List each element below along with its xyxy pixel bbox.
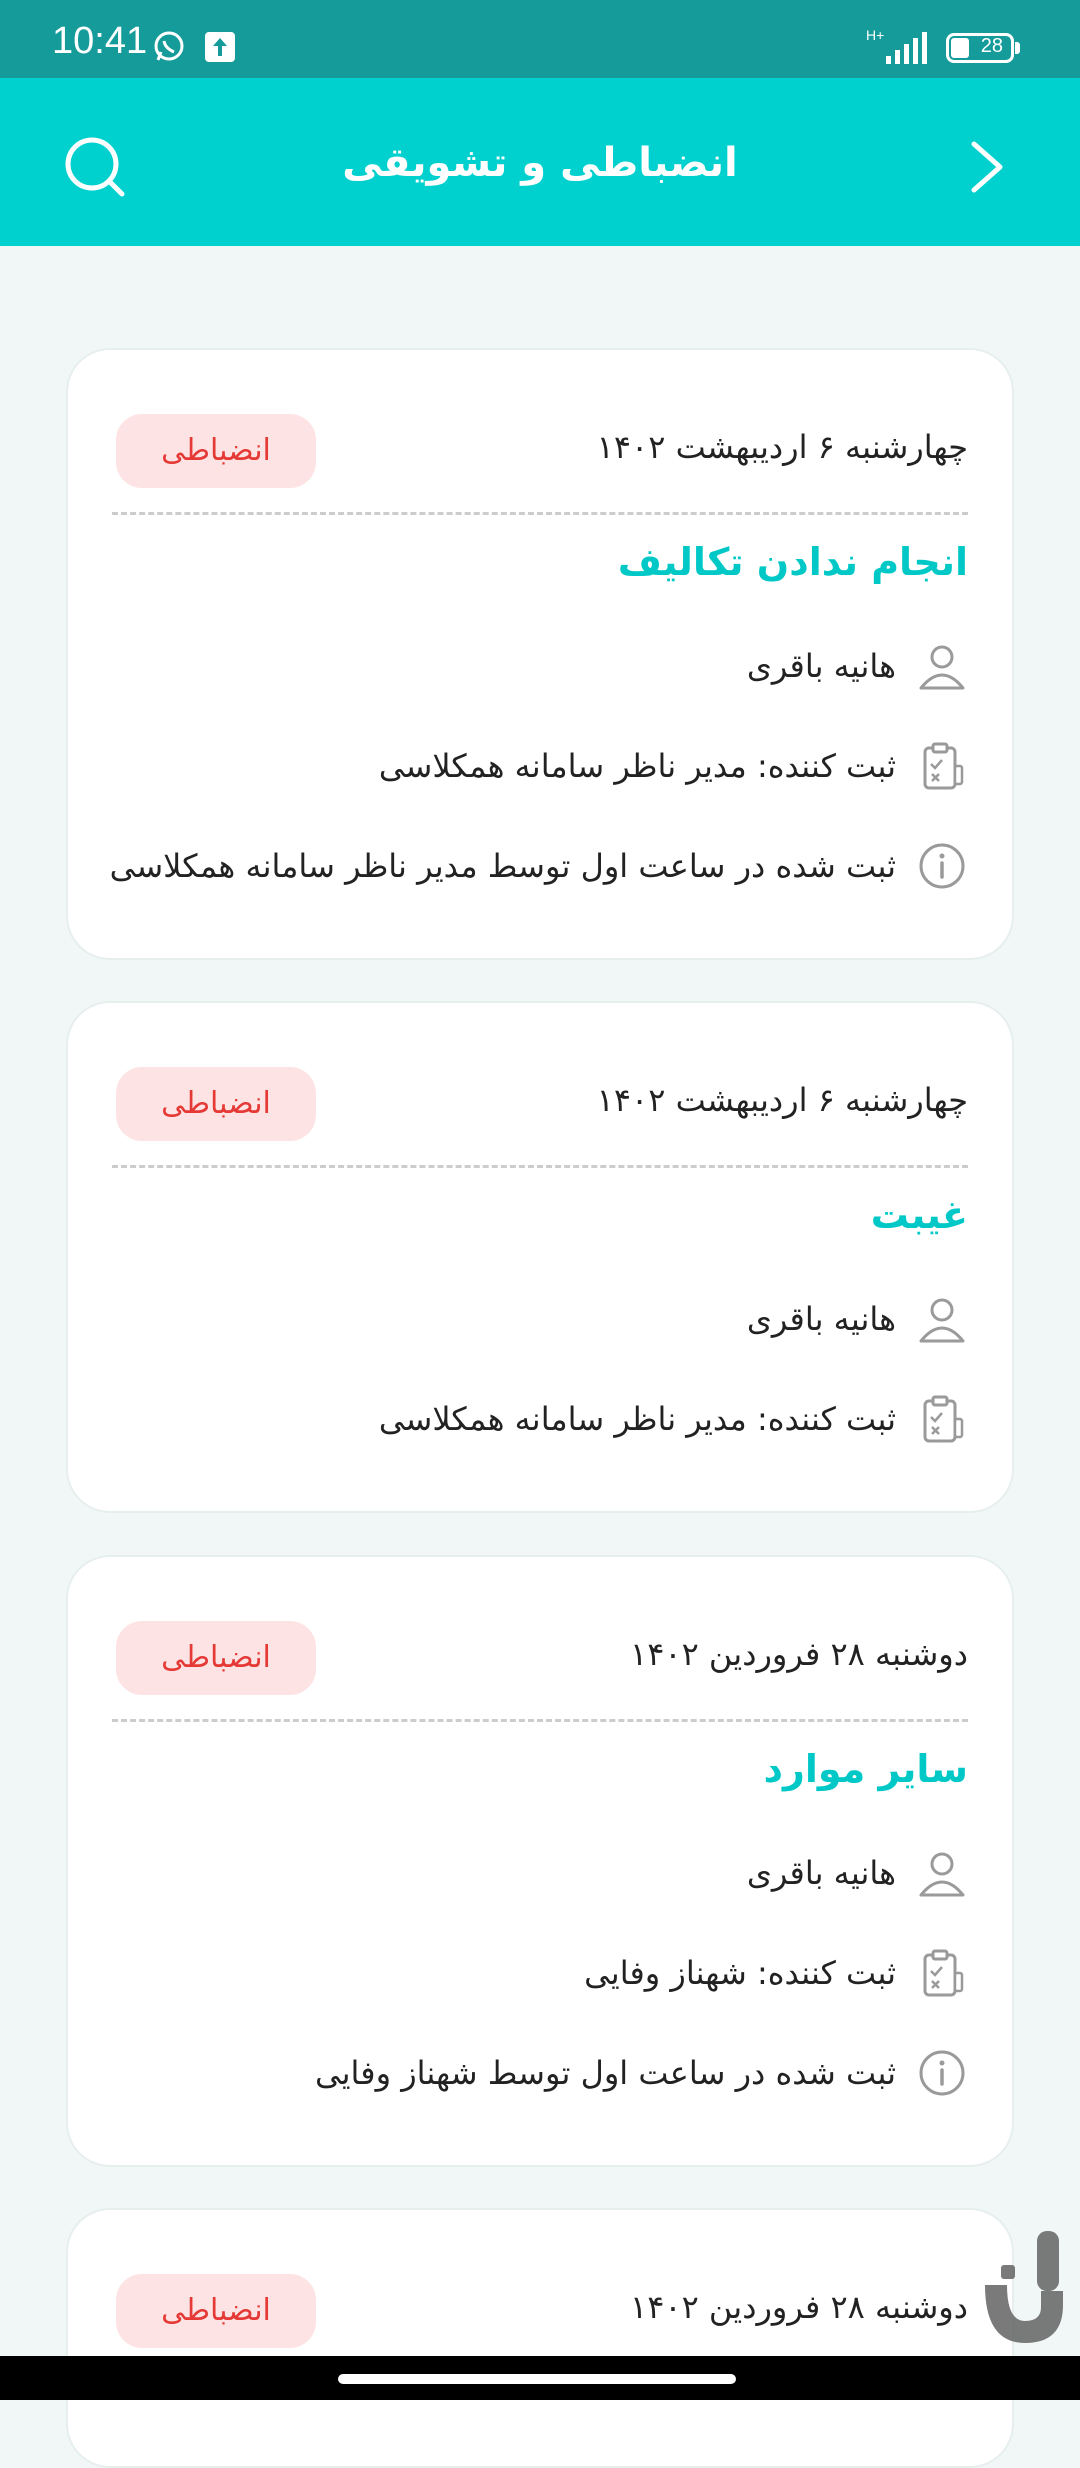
record-date: چهارشنبه ۶ اردیبهشت ۱۴۰۲	[596, 428, 968, 466]
record-date: دوشنبه ۲۸ فروردین ۱۴۰۲	[630, 2288, 968, 2326]
student-name: هانیه باقری	[746, 647, 896, 685]
note-text: ثبت شده در ساعت اول توسط شهناز وفایی	[314, 2054, 896, 2092]
info-icon	[919, 2050, 965, 2096]
clipboard-icon	[923, 1949, 964, 1997]
record-type-badge: انضباطی	[116, 2274, 316, 2348]
upload-notification-icon	[205, 32, 235, 62]
recorder-text: ثبت کننده: مدیر ناظر سامانه همکلاسی	[378, 747, 896, 785]
note-text: ثبت شده در ساعت اول توسط مدیر ناظر سامان…	[109, 847, 896, 885]
person-icon	[919, 645, 965, 690]
record-type-badge: انضباطی	[116, 1067, 316, 1141]
record-card[interactable]: چهارشنبه ۶ اردیبهشت ۱۴۰۲ انضباطی انجام ن…	[66, 348, 1014, 960]
record-card[interactable]: دوشنبه ۲۸ فروردین ۱۴۰۲ انضباطی سایر موار…	[66, 1555, 1014, 2167]
divider	[112, 1165, 968, 1168]
home-gesture-handle[interactable]	[338, 2374, 736, 2384]
info-icon	[919, 843, 965, 889]
person-icon	[919, 1298, 965, 1343]
recorder-text: ثبت کننده: شهناز وفایی	[584, 1954, 896, 1992]
battery-icon: 28	[946, 33, 1020, 63]
divider	[112, 1719, 968, 1722]
record-type-badge: انضباطی	[116, 414, 316, 488]
whatsapp-icon	[154, 31, 184, 61]
app-store-logo-icon	[985, 2231, 1063, 2343]
student-row: هانیه باقری	[747, 1289, 968, 1349]
record-card[interactable]: چهارشنبه ۶ اردیبهشت ۱۴۰۲ انضباطی غیبت ها…	[66, 1001, 1014, 1513]
record-title: غیبت	[870, 1193, 968, 1237]
note-row: ثبت شده در ساعت اول توسط شهناز وفایی	[315, 2043, 968, 2103]
student-row: هانیه باقری	[747, 636, 968, 696]
note-row: ثبت شده در ساعت اول توسط مدیر ناظر سامان…	[110, 836, 968, 896]
record-date: دوشنبه ۲۸ فروردین ۱۴۰۲	[630, 1635, 968, 1673]
signal-icon: H+	[866, 27, 927, 64]
person-icon	[919, 1852, 965, 1897]
system-nav-bar	[0, 2356, 1080, 2400]
status-bar: 10:41 H+ 28	[0, 0, 1080, 78]
student-name: هانیه باقری	[746, 1300, 896, 1338]
page-title: انضباطی و تشویقی	[342, 140, 738, 186]
record-card[interactable]: دوشنبه ۲۸ فروردین ۱۴۰۲ انضباطی	[66, 2208, 1014, 2468]
back-arrow-icon[interactable]	[962, 136, 1012, 198]
record-date: چهارشنبه ۶ اردیبهشت ۱۴۰۲	[596, 1081, 968, 1119]
record-title: انجام ندادن تکالیف	[617, 540, 968, 584]
student-name: هانیه باقری	[746, 1854, 896, 1892]
search-icon[interactable]	[60, 132, 130, 202]
divider	[112, 512, 968, 515]
app-header: انضباطی و تشویقی	[0, 78, 1080, 246]
recorder-row: ثبت کننده: شهناز وفایی	[584, 1943, 968, 2003]
record-type-badge: انضباطی	[116, 1621, 316, 1695]
clipboard-icon	[923, 1395, 964, 1443]
status-time: 10:41	[52, 20, 148, 62]
student-row: هانیه باقری	[747, 1843, 968, 1903]
clipboard-icon	[923, 742, 964, 790]
recorder-row: ثبت کننده: مدیر ناظر سامانه همکلاسی	[379, 1389, 968, 1449]
recorder-text: ثبت کننده: مدیر ناظر سامانه همکلاسی	[378, 1400, 896, 1438]
record-title: سایر موارد	[763, 1747, 968, 1791]
svg-text:H+: H+	[866, 27, 884, 43]
recorder-row: ثبت کننده: مدیر ناظر سامانه همکلاسی	[379, 736, 968, 796]
battery-level: 28	[980, 35, 1003, 57]
